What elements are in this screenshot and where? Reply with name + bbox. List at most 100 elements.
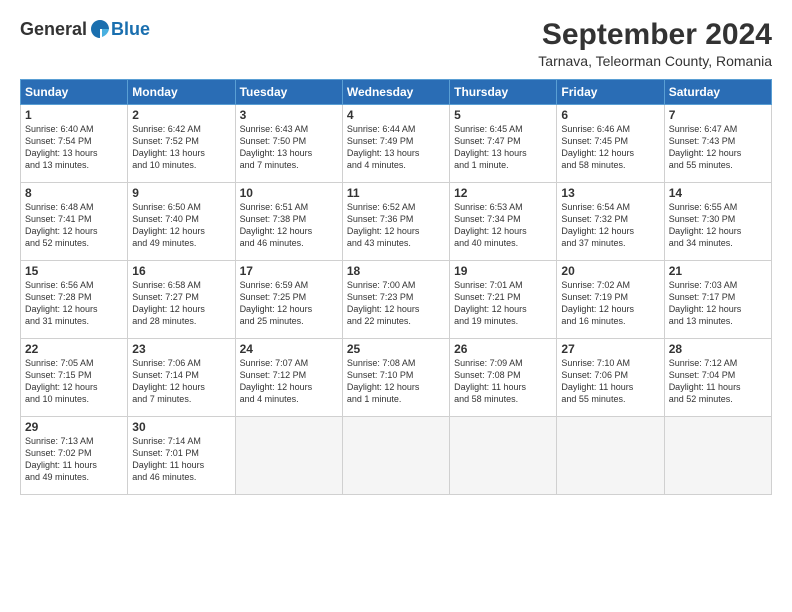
header: General Blue September 2024 Tarnava, Tel… — [20, 18, 772, 69]
day-info: Sunrise: 6:56 AM Sunset: 7:28 PM Dayligh… — [25, 279, 123, 328]
day-number: 11 — [347, 186, 445, 200]
day-cell: 9Sunrise: 6:50 AM Sunset: 7:40 PM Daylig… — [128, 183, 235, 261]
day-info: Sunrise: 6:48 AM Sunset: 7:41 PM Dayligh… — [25, 201, 123, 250]
day-number: 14 — [669, 186, 767, 200]
day-number: 23 — [132, 342, 230, 356]
day-number: 2 — [132, 108, 230, 122]
day-cell: 23Sunrise: 7:06 AM Sunset: 7:14 PM Dayli… — [128, 339, 235, 417]
day-number: 17 — [240, 264, 338, 278]
day-number: 12 — [454, 186, 552, 200]
day-info: Sunrise: 6:52 AM Sunset: 7:36 PM Dayligh… — [347, 201, 445, 250]
week-row-4: 22Sunrise: 7:05 AM Sunset: 7:15 PM Dayli… — [21, 339, 772, 417]
day-number: 19 — [454, 264, 552, 278]
day-number: 4 — [347, 108, 445, 122]
day-cell — [342, 417, 449, 495]
day-number: 22 — [25, 342, 123, 356]
day-number: 18 — [347, 264, 445, 278]
day-cell: 30Sunrise: 7:14 AM Sunset: 7:01 PM Dayli… — [128, 417, 235, 495]
day-info: Sunrise: 7:00 AM Sunset: 7:23 PM Dayligh… — [347, 279, 445, 328]
day-info: Sunrise: 7:02 AM Sunset: 7:19 PM Dayligh… — [561, 279, 659, 328]
col-friday: Friday — [557, 80, 664, 105]
day-cell: 28Sunrise: 7:12 AM Sunset: 7:04 PM Dayli… — [664, 339, 771, 417]
col-tuesday: Tuesday — [235, 80, 342, 105]
day-number: 15 — [25, 264, 123, 278]
day-info: Sunrise: 6:55 AM Sunset: 7:30 PM Dayligh… — [669, 201, 767, 250]
day-number: 13 — [561, 186, 659, 200]
day-number: 27 — [561, 342, 659, 356]
day-cell: 3Sunrise: 6:43 AM Sunset: 7:50 PM Daylig… — [235, 105, 342, 183]
week-row-1: 1Sunrise: 6:40 AM Sunset: 7:54 PM Daylig… — [21, 105, 772, 183]
day-cell: 2Sunrise: 6:42 AM Sunset: 7:52 PM Daylig… — [128, 105, 235, 183]
day-info: Sunrise: 7:05 AM Sunset: 7:15 PM Dayligh… — [25, 357, 123, 406]
day-info: Sunrise: 7:13 AM Sunset: 7:02 PM Dayligh… — [25, 435, 123, 484]
day-info: Sunrise: 7:06 AM Sunset: 7:14 PM Dayligh… — [132, 357, 230, 406]
day-info: Sunrise: 6:44 AM Sunset: 7:49 PM Dayligh… — [347, 123, 445, 172]
day-number: 9 — [132, 186, 230, 200]
day-cell: 19Sunrise: 7:01 AM Sunset: 7:21 PM Dayli… — [450, 261, 557, 339]
col-wednesday: Wednesday — [342, 80, 449, 105]
day-number: 5 — [454, 108, 552, 122]
day-info: Sunrise: 7:03 AM Sunset: 7:17 PM Dayligh… — [669, 279, 767, 328]
day-number: 28 — [669, 342, 767, 356]
day-cell: 20Sunrise: 7:02 AM Sunset: 7:19 PM Dayli… — [557, 261, 664, 339]
day-cell: 12Sunrise: 6:53 AM Sunset: 7:34 PM Dayli… — [450, 183, 557, 261]
day-number: 8 — [25, 186, 123, 200]
day-cell: 26Sunrise: 7:09 AM Sunset: 7:08 PM Dayli… — [450, 339, 557, 417]
day-number: 29 — [25, 420, 123, 434]
col-thursday: Thursday — [450, 80, 557, 105]
day-number: 24 — [240, 342, 338, 356]
day-cell: 11Sunrise: 6:52 AM Sunset: 7:36 PM Dayli… — [342, 183, 449, 261]
day-info: Sunrise: 6:50 AM Sunset: 7:40 PM Dayligh… — [132, 201, 230, 250]
day-info: Sunrise: 6:47 AM Sunset: 7:43 PM Dayligh… — [669, 123, 767, 172]
logo: General Blue — [20, 18, 150, 40]
day-info: Sunrise: 6:43 AM Sunset: 7:50 PM Dayligh… — [240, 123, 338, 172]
title-block: September 2024 Tarnava, Teleorman County… — [538, 18, 772, 69]
day-cell — [450, 417, 557, 495]
day-cell: 21Sunrise: 7:03 AM Sunset: 7:17 PM Dayli… — [664, 261, 771, 339]
day-info: Sunrise: 6:54 AM Sunset: 7:32 PM Dayligh… — [561, 201, 659, 250]
day-number: 25 — [347, 342, 445, 356]
day-info: Sunrise: 6:53 AM Sunset: 7:34 PM Dayligh… — [454, 201, 552, 250]
day-number: 3 — [240, 108, 338, 122]
month-title: September 2024 — [538, 18, 772, 51]
day-cell — [557, 417, 664, 495]
day-cell: 22Sunrise: 7:05 AM Sunset: 7:15 PM Dayli… — [21, 339, 128, 417]
day-cell: 4Sunrise: 6:44 AM Sunset: 7:49 PM Daylig… — [342, 105, 449, 183]
day-number: 30 — [132, 420, 230, 434]
day-info: Sunrise: 7:12 AM Sunset: 7:04 PM Dayligh… — [669, 357, 767, 406]
logo-blue-text: Blue — [111, 19, 150, 40]
week-row-5: 29Sunrise: 7:13 AM Sunset: 7:02 PM Dayli… — [21, 417, 772, 495]
day-cell: 18Sunrise: 7:00 AM Sunset: 7:23 PM Dayli… — [342, 261, 449, 339]
location: Tarnava, Teleorman County, Romania — [538, 53, 772, 69]
day-cell: 29Sunrise: 7:13 AM Sunset: 7:02 PM Dayli… — [21, 417, 128, 495]
day-number: 26 — [454, 342, 552, 356]
day-info: Sunrise: 7:07 AM Sunset: 7:12 PM Dayligh… — [240, 357, 338, 406]
logo-icon — [89, 18, 111, 40]
day-info: Sunrise: 6:46 AM Sunset: 7:45 PM Dayligh… — [561, 123, 659, 172]
col-saturday: Saturday — [664, 80, 771, 105]
day-number: 20 — [561, 264, 659, 278]
day-cell: 6Sunrise: 6:46 AM Sunset: 7:45 PM Daylig… — [557, 105, 664, 183]
week-row-2: 8Sunrise: 6:48 AM Sunset: 7:41 PM Daylig… — [21, 183, 772, 261]
page: General Blue September 2024 Tarnava, Tel… — [0, 0, 792, 612]
day-cell: 5Sunrise: 6:45 AM Sunset: 7:47 PM Daylig… — [450, 105, 557, 183]
day-info: Sunrise: 6:59 AM Sunset: 7:25 PM Dayligh… — [240, 279, 338, 328]
day-number: 1 — [25, 108, 123, 122]
day-info: Sunrise: 6:40 AM Sunset: 7:54 PM Dayligh… — [25, 123, 123, 172]
col-monday: Monday — [128, 80, 235, 105]
day-cell: 16Sunrise: 6:58 AM Sunset: 7:27 PM Dayli… — [128, 261, 235, 339]
day-cell: 25Sunrise: 7:08 AM Sunset: 7:10 PM Dayli… — [342, 339, 449, 417]
day-number: 21 — [669, 264, 767, 278]
day-info: Sunrise: 7:01 AM Sunset: 7:21 PM Dayligh… — [454, 279, 552, 328]
day-info: Sunrise: 6:58 AM Sunset: 7:27 PM Dayligh… — [132, 279, 230, 328]
day-info: Sunrise: 7:10 AM Sunset: 7:06 PM Dayligh… — [561, 357, 659, 406]
day-cell: 24Sunrise: 7:07 AM Sunset: 7:12 PM Dayli… — [235, 339, 342, 417]
day-cell: 13Sunrise: 6:54 AM Sunset: 7:32 PM Dayli… — [557, 183, 664, 261]
day-cell: 10Sunrise: 6:51 AM Sunset: 7:38 PM Dayli… — [235, 183, 342, 261]
day-info: Sunrise: 7:14 AM Sunset: 7:01 PM Dayligh… — [132, 435, 230, 484]
day-cell: 8Sunrise: 6:48 AM Sunset: 7:41 PM Daylig… — [21, 183, 128, 261]
day-info: Sunrise: 6:42 AM Sunset: 7:52 PM Dayligh… — [132, 123, 230, 172]
day-info: Sunrise: 6:51 AM Sunset: 7:38 PM Dayligh… — [240, 201, 338, 250]
day-cell — [664, 417, 771, 495]
header-row: Sunday Monday Tuesday Wednesday Thursday… — [21, 80, 772, 105]
